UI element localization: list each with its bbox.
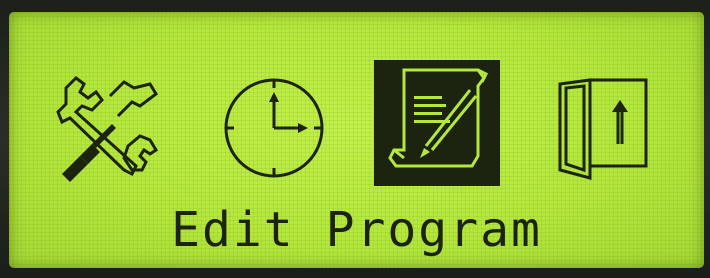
menu-item-clock[interactable]: [214, 66, 334, 186]
menu-caption: Edit Program: [171, 202, 542, 258]
exit-door-icon: [558, 78, 648, 180]
clock-icon: [224, 78, 324, 178]
edit-program-icon: [374, 60, 500, 186]
menu-item-tools[interactable]: [52, 66, 172, 186]
menu-item-exit[interactable]: [546, 66, 666, 186]
device-bezel: Edit Program: [0, 0, 710, 278]
menu-item-edit-program[interactable]: [374, 60, 500, 186]
tools-icon: [56, 76, 159, 182]
lcd-screen: Edit Program: [9, 12, 704, 268]
